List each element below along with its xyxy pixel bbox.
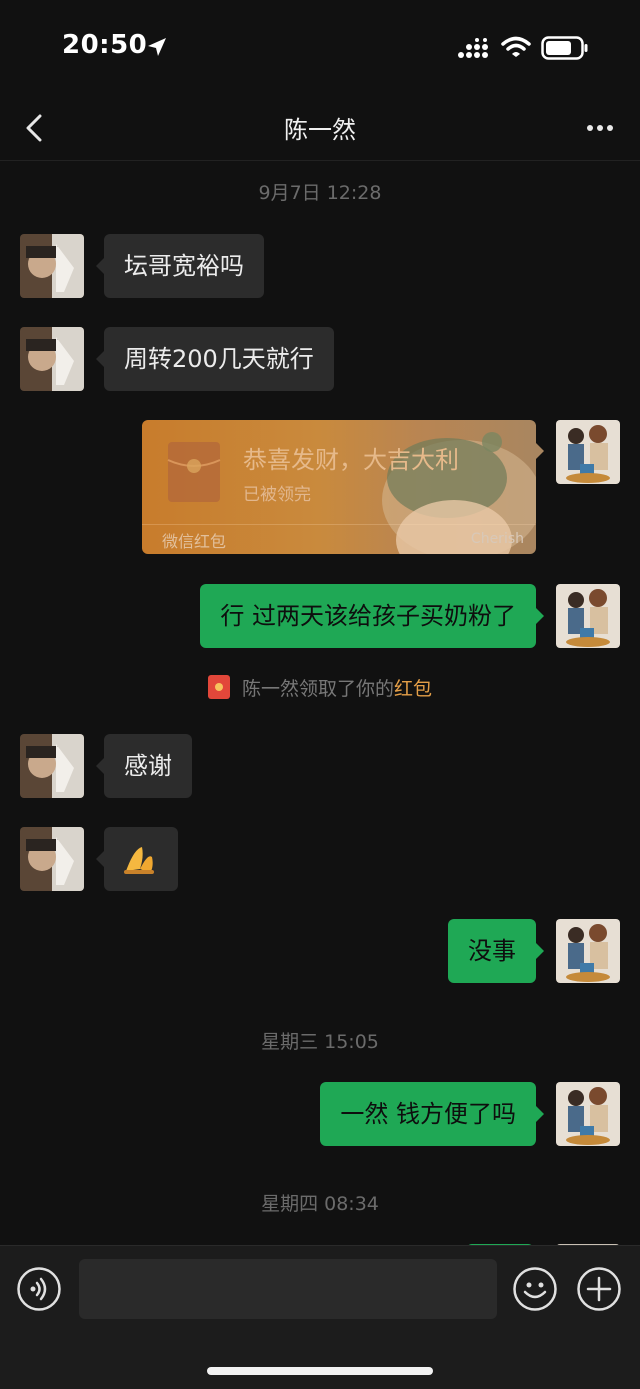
timestamp: 星期四 08:34 [261,1193,379,1215]
avatar[interactable] [20,327,84,391]
message-bubble-incoming[interactable]: 🙏 [96,827,178,891]
avatar[interactable] [20,734,84,798]
message-bubble-incoming[interactable]: 周转200几天就行 [96,327,334,391]
red-packet-status: 已被领完 [243,485,311,505]
battery-icon [541,36,588,60]
message-bubble-incoming[interactable]: 坛哥宽裕吗 [96,234,264,298]
my-avatar[interactable] [556,420,620,484]
timestamp: 9月7日 12:28 [258,182,382,204]
red-packet-icon [167,442,221,502]
red-packet-footer: 微信红包 [162,532,227,551]
location-arrow-icon [148,38,166,56]
system-message: 陈一然领取了你的红包 [0,674,640,701]
timestamp: 星期三 15:05 [261,1031,379,1053]
input-bar [0,1245,640,1389]
red-packet-watermark: Cherish [470,531,524,547]
message-bubble-outgoing[interactable]: 一然 钱方便了吗 [320,1082,544,1146]
red-packet-tail [536,443,544,459]
voice-icon[interactable] [16,1266,62,1312]
red-packet-mini-icon [207,675,230,699]
my-avatar[interactable] [556,1082,620,1146]
status-time: 20:50 [62,30,148,60]
red-packet-card[interactable]: 恭喜发财，大吉大利 已被领完 微信红包 Cherish [142,420,536,554]
my-avatar[interactable] [556,919,620,983]
avatar[interactable] [20,827,84,891]
message-input[interactable] [79,1259,497,1319]
red-packet-link[interactable]: 红包 [394,678,432,700]
home-indicator [207,1367,433,1375]
my-avatar[interactable] [556,584,620,648]
red-packet-title: 恭喜发财，大吉大利 [243,446,459,474]
chat-header: 陈一然 [0,96,640,161]
emoji-icon[interactable] [512,1266,558,1312]
message-bubble-incoming[interactable]: 感谢 [96,734,192,798]
signal-icon [458,38,488,58]
red-packet-divider [142,524,536,525]
more-icon[interactable] [576,108,624,148]
wifi-icon [501,36,531,57]
avatar[interactable] [20,234,84,298]
message-bubble-outgoing[interactable]: 行 过两天该给孩子买奶粉了 [200,584,544,648]
message-bubble-outgoing[interactable]: 没事 [448,919,544,983]
system-message-text: 陈一然领取了你的 [241,678,394,700]
plus-icon[interactable] [576,1266,622,1312]
status-bar: 20:50 [0,0,640,96]
chat-title: 陈一然 [284,116,356,144]
